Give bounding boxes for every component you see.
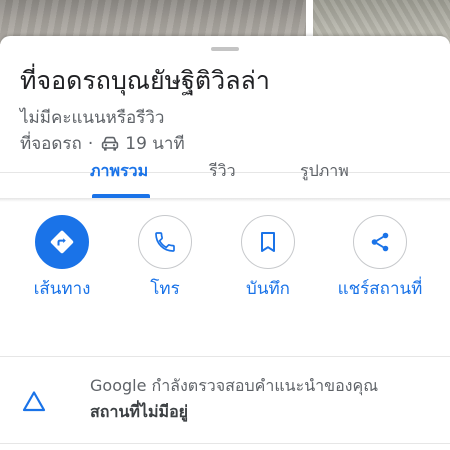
directions-label[interactable]: เส้นทาง: [7, 277, 117, 301]
share-icon[interactable]: [353, 215, 407, 269]
divider: [0, 356, 450, 357]
tab-reviews[interactable]: รีวิว: [209, 160, 236, 182]
share-place-button[interactable]: แชร์สถานที่: [325, 215, 435, 325]
triangle-warning-icon: [22, 391, 46, 412]
notice-message: Google กำลังตรวจสอบคำแนะนำของคุณ: [90, 376, 379, 395]
save-label[interactable]: บันทึก: [213, 277, 323, 301]
share-place-label[interactable]: แชร์สถานที่: [325, 277, 435, 301]
place-tabs: ภาพรวม รีวิว รูปภาพ: [0, 140, 450, 200]
directions-icon[interactable]: [35, 215, 89, 269]
notice-detail: สถานที่ไม่มีอยู่: [90, 402, 189, 421]
rating-summary[interactable]: ไม่มีคะแนนหรือรีวิว: [20, 106, 164, 130]
save-button[interactable]: บันทึก: [213, 215, 323, 325]
edit-review-notice[interactable]: Google กำลังตรวจสอบคำแนะนำของคุณ สถานที่…: [0, 358, 450, 440]
place-title: ที่จอดรถบุณยัษฐิติวิลล่า: [20, 66, 270, 95]
phone-icon[interactable]: [138, 215, 192, 269]
drag-handle[interactable]: [211, 47, 239, 51]
tab-overview[interactable]: ภาพรวม: [90, 160, 148, 182]
tab-photos[interactable]: รูปภาพ: [300, 160, 349, 182]
divider: [0, 443, 450, 444]
call-button[interactable]: โทร: [110, 215, 220, 325]
bookmark-icon[interactable]: [241, 215, 295, 269]
directions-button[interactable]: เส้นทาง: [7, 215, 117, 325]
tabs-shadow: [0, 198, 450, 202]
call-label[interactable]: โทร: [110, 277, 220, 301]
action-row: เส้นทาง โทร บันทึก แชร์สถานที่: [0, 215, 450, 325]
